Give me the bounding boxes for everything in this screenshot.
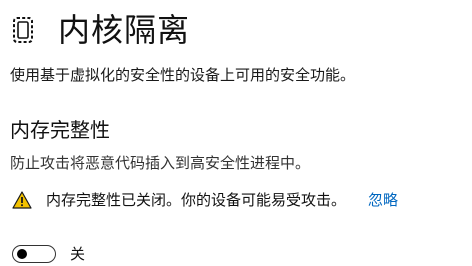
memory-integrity-title: 内存完整性 [10,118,110,142]
toggle-knob [17,249,27,259]
dismiss-link[interactable]: 忽略 [368,189,398,211]
warning-row: 内存完整性已关闭。你的设备可能易受攻击。 忽略 [12,188,398,212]
memory-integrity-description: 防止攻击将恶意代码插入到高安全性进程中。 [10,154,311,172]
toggle-state-label: 关 [70,245,86,263]
memory-integrity-toggle[interactable] [12,245,56,263]
warning-icon [12,191,32,209]
core-isolation-page: 内核隔离 使用基于虚拟化的安全性的设备上可用的安全功能。 内存完整性 防止攻击将… [0,0,472,263]
memory-integrity-toggle-row: 关 [12,242,85,266]
shield-chip-icon [10,15,36,45]
page-description: 使用基于虚拟化的安全性的设备上可用的安全功能。 [10,66,356,84]
page-header: 内核隔离 [10,8,190,52]
page-title: 内核隔离 [58,11,191,49]
warning-text: 内存完整性已关闭。你的设备可能易受攻击。 [46,191,347,209]
